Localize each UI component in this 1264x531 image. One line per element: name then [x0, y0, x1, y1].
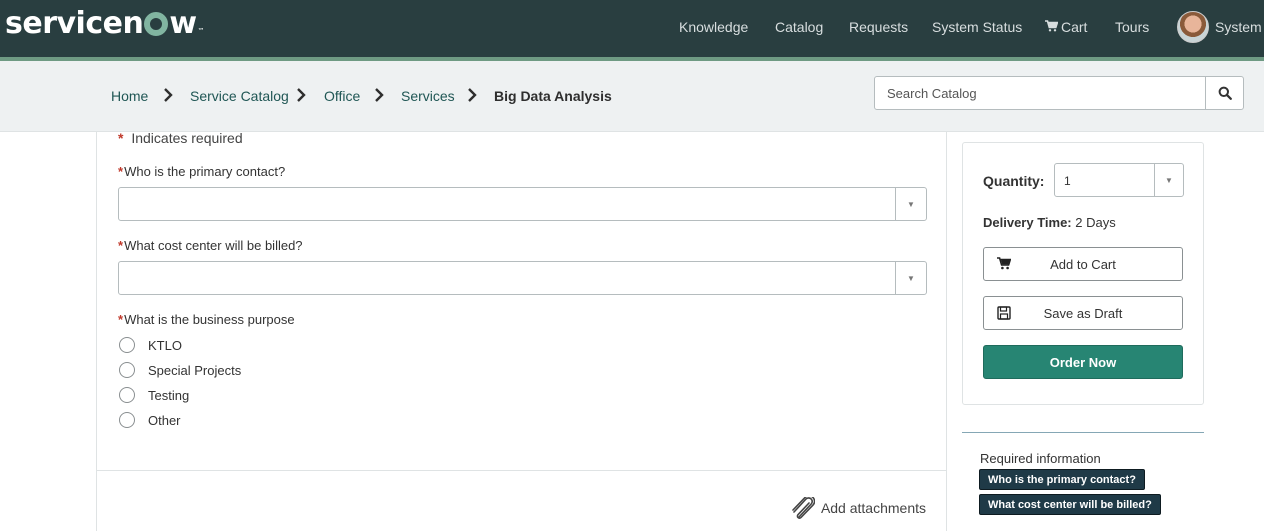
- nav-system-status[interactable]: System Status: [932, 19, 1022, 35]
- cart-icon: [997, 257, 1011, 270]
- caret-down-icon[interactable]: ▼: [895, 262, 926, 294]
- chevron-right-icon: [297, 88, 306, 102]
- nav-cart[interactable]: Cart: [1045, 19, 1087, 35]
- chevron-right-icon: [164, 88, 173, 102]
- nav-cart-label: Cart: [1061, 19, 1088, 35]
- search-catalog-box: [874, 76, 1244, 110]
- chevron-right-icon: [468, 88, 477, 102]
- required-item-cost-center[interactable]: What cost center will be billed?: [979, 494, 1161, 515]
- breadcrumb-office[interactable]: Office: [324, 88, 360, 104]
- business-purpose-label: *What is the business purpose: [118, 312, 295, 327]
- add-attachments-label: Add attachments: [820, 500, 926, 516]
- breadcrumb-service-catalog[interactable]: Service Catalog: [190, 88, 289, 104]
- chevron-right-icon: [375, 88, 384, 102]
- quantity-value: 1: [1064, 174, 1071, 188]
- cost-center-select[interactable]: ▼: [118, 261, 927, 295]
- quantity-label: Quantity:: [983, 173, 1045, 189]
- catalog-item-form: * Indicates required *Who is the primary…: [96, 130, 947, 531]
- required-note-text: Indicates required: [131, 130, 243, 146]
- required-indicator-note: * Indicates required: [118, 130, 243, 146]
- breadcrumb-current-page: Big Data Analysis: [494, 88, 612, 104]
- nav-requests[interactable]: Requests: [849, 19, 908, 35]
- radio-option-ktlo[interactable]: KTLO: [119, 336, 182, 354]
- required-star: *: [118, 164, 124, 179]
- logo-trademark: ™: [197, 27, 205, 35]
- nav-catalog[interactable]: Catalog: [775, 19, 823, 35]
- primary-contact-question: Who is the primary contact?: [124, 164, 286, 179]
- top-navigation-bar: servicen w ™ Knowledge Catalog Requests Sy…: [0, 0, 1264, 57]
- radio-button[interactable]: [119, 337, 135, 353]
- radio-option-other[interactable]: Other: [119, 411, 181, 429]
- required-item-primary-contact[interactable]: Who is the primary contact?: [979, 469, 1145, 490]
- form-divider: [97, 470, 946, 471]
- caret-down-icon[interactable]: ▼: [1154, 164, 1183, 196]
- radio-label: KTLO: [148, 337, 182, 353]
- servicenow-logo[interactable]: servicen w ™: [5, 6, 205, 46]
- save-as-draft-label: Save as Draft: [1043, 305, 1123, 321]
- radio-label: Other: [148, 412, 181, 428]
- radio-option-testing[interactable]: Testing: [119, 386, 189, 404]
- delivery-time-label: Delivery Time:: [983, 215, 1072, 230]
- business-purpose-question: What is the business purpose: [124, 312, 295, 327]
- breadcrumb-services[interactable]: Services: [401, 88, 455, 104]
- required-info-title: Required information: [980, 451, 1101, 466]
- paperclip-icon: [792, 497, 815, 519]
- radio-label: Testing: [148, 387, 190, 403]
- order-now-button[interactable]: Order Now: [983, 345, 1183, 379]
- delivery-time: Delivery Time: 2 Days: [983, 215, 1116, 230]
- nav-user-name[interactable]: System A: [1215, 19, 1264, 35]
- delivery-time-value: 2 Days: [1075, 215, 1116, 230]
- order-now-label: Order Now: [1049, 354, 1117, 370]
- cart-icon: [1045, 20, 1058, 32]
- add-attachments-link[interactable]: Add attachments: [789, 497, 926, 519]
- quantity-select[interactable]: 1 ▼: [1054, 163, 1184, 197]
- user-avatar[interactable]: [1177, 11, 1209, 43]
- breadcrumb-bar: Home Service Catalog Office Services Big…: [0, 61, 1264, 132]
- radio-label: Special Projects: [148, 362, 242, 378]
- search-catalog-input[interactable]: [875, 77, 1205, 109]
- required-star: *: [118, 312, 124, 327]
- logo-ring-icon: [144, 12, 169, 36]
- primary-contact-select[interactable]: ▼: [118, 187, 927, 221]
- nav-tours[interactable]: Tours: [1115, 19, 1149, 35]
- required-star: *: [118, 130, 124, 146]
- required-star: *: [118, 238, 124, 253]
- save-floppy-icon: [997, 306, 1011, 320]
- search-icon: [1218, 86, 1232, 100]
- breadcrumb-home[interactable]: Home: [111, 88, 148, 104]
- search-button[interactable]: [1205, 77, 1243, 109]
- cost-center-question: What cost center will be billed?: [124, 238, 303, 253]
- required-info-divider: [962, 432, 1204, 433]
- caret-down-icon[interactable]: ▼: [895, 188, 926, 220]
- primary-contact-label: *Who is the primary contact?: [118, 164, 285, 179]
- add-to-cart-button[interactable]: Add to Cart: [983, 247, 1183, 281]
- nav-knowledge[interactable]: Knowledge: [679, 19, 748, 35]
- logo-text-end: w: [169, 6, 197, 41]
- order-panel: Quantity: 1 ▼ Delivery Time: 2 Days Add …: [962, 142, 1204, 405]
- logo-text: servicen: [5, 6, 144, 41]
- cost-center-label: *What cost center will be billed?: [118, 238, 303, 253]
- radio-button[interactable]: [119, 412, 135, 428]
- save-as-draft-button[interactable]: Save as Draft: [983, 296, 1183, 330]
- radio-button[interactable]: [119, 362, 135, 378]
- radio-option-special-projects[interactable]: Special Projects: [119, 361, 241, 379]
- radio-button[interactable]: [119, 387, 135, 403]
- add-to-cart-label: Add to Cart: [1050, 256, 1116, 272]
